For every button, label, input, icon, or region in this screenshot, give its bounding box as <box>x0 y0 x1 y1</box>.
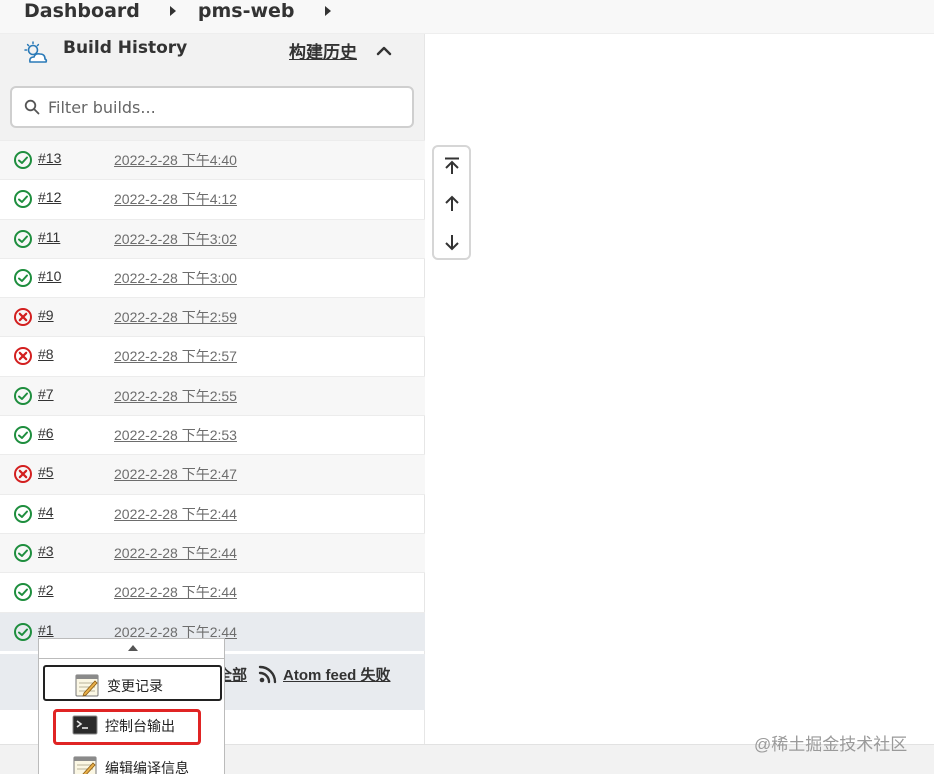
breadcrumb-separator[interactable] <box>169 6 176 16</box>
success-check-icon <box>14 504 32 523</box>
build-row: #12 2022-2-28 下午4:12 <box>0 179 425 218</box>
build-row: #4 2022-2-28 下午2:44 <box>0 493 425 533</box>
success-check-icon <box>14 386 32 405</box>
build-row: #9 2022-2-28 下午2:59 <box>0 297 425 337</box>
scroll-to-top-button[interactable] <box>434 147 469 184</box>
build-row: #11 2022-2-28 下午3:02 <box>0 218 425 258</box>
build-row: #5 2022-2-28 下午2:47 <box>0 454 425 494</box>
success-check-icon <box>14 426 32 445</box>
build-number-link[interactable]: #4 <box>38 504 54 520</box>
build-row: #13 2022-2-28 下午4:40 <box>0 140 425 180</box>
build-trend-link[interactable]: 构建历史 <box>289 38 357 63</box>
breadcrumb-dashboard[interactable]: Dashboard <box>24 0 140 22</box>
build-number-link[interactable]: #5 <box>38 464 54 480</box>
arrow-down-icon <box>444 234 459 250</box>
annotation-highlight-box <box>53 709 201 745</box>
success-check-icon <box>14 190 32 209</box>
filter-area <box>0 76 424 140</box>
chevron-up-icon[interactable] <box>375 42 393 60</box>
build-date-link[interactable]: 2022-2-28 下午3:02 <box>114 229 237 249</box>
build-date-link[interactable]: 2022-2-28 下午2:44 <box>114 582 237 602</box>
build-number-link[interactable]: #10 <box>38 268 61 284</box>
panel-header: Build History 构建历史 <box>0 34 424 76</box>
success-check-icon <box>14 151 32 169</box>
failed-x-icon <box>14 347 32 366</box>
build-row: #7 2022-2-28 下午2:55 <box>0 375 425 416</box>
search-icon <box>24 99 40 115</box>
build-number-link[interactable]: #8 <box>38 346 54 362</box>
build-number-link[interactable]: #13 <box>38 150 61 166</box>
build-row: #10 2022-2-28 下午3:00 <box>0 257 425 297</box>
scroll-down-button[interactable] <box>434 223 469 260</box>
build-number-link[interactable]: #9 <box>38 307 54 323</box>
build-row: #8 2022-2-28 下午2:57 <box>0 336 425 375</box>
success-check-icon <box>14 622 32 641</box>
menu-item-changes[interactable]: 变更记录 <box>43 665 222 701</box>
build-number-link[interactable]: #1 <box>38 622 54 638</box>
breadcrumb-separator[interactable] <box>324 6 331 16</box>
build-date-link[interactable]: 2022-2-28 下午2:44 <box>114 504 237 524</box>
success-check-icon <box>14 229 32 248</box>
filter-box <box>10 86 414 128</box>
success-check-icon <box>14 268 32 287</box>
watermark: @稀土掘金技术社区 <box>754 735 908 754</box>
build-row: #3 2022-2-28 下午2:44 <box>0 532 425 573</box>
build-date-link[interactable]: 2022-2-28 下午4:12 <box>114 189 237 209</box>
build-number-link[interactable]: #12 <box>38 189 61 205</box>
success-check-icon <box>14 583 32 602</box>
success-check-icon <box>14 543 32 562</box>
atom-feed-failed-link[interactable]: Atom feed 失败 <box>283 664 391 685</box>
build-date-link[interactable]: 2022-2-28 下午2:47 <box>114 464 237 484</box>
notepad-icon <box>73 756 97 774</box>
build-date-link[interactable]: 2022-2-28 下午4:40 <box>114 150 237 170</box>
page: Dashboard pms-web Build History 构建历史 Fil… <box>0 0 934 774</box>
build-date-link[interactable]: 2022-2-28 下午2:53 <box>114 425 237 445</box>
build-date-link[interactable]: 2022-2-28 下午2:55 <box>114 386 237 406</box>
notepad-icon <box>75 674 99 697</box>
build-date-link[interactable]: 2022-2-28 下午2:57 <box>114 346 237 366</box>
arrow-up-icon <box>444 195 459 211</box>
context-menu-caret <box>38 638 225 658</box>
build-number-link[interactable]: #3 <box>38 543 54 559</box>
build-number-link[interactable]: #11 <box>38 229 60 245</box>
menu-item-label: 编辑编译信息 <box>105 760 189 774</box>
build-date-link[interactable]: 2022-2-28 下午3:00 <box>114 268 237 288</box>
weather-sunny-icon <box>24 41 48 63</box>
panel-title: Build History <box>63 38 188 58</box>
breadcrumb: Dashboard pms-web <box>0 0 934 34</box>
failed-x-icon <box>14 465 32 484</box>
scroll-top-icon <box>444 157 459 174</box>
breadcrumb-pms-web[interactable]: pms-web <box>198 0 295 22</box>
build-number-link[interactable]: #6 <box>38 425 54 441</box>
rss-feed-icon[interactable] <box>258 664 278 684</box>
menu-item-label: 变更记录 <box>107 678 163 694</box>
failed-x-icon <box>14 308 32 327</box>
build-list: #13 2022-2-28 下午4:40 #12 2022-2-28 下午4:1… <box>0 140 425 651</box>
build-number-link[interactable]: #2 <box>38 582 54 598</box>
build-date-link[interactable]: 2022-2-28 下午2:59 <box>114 307 237 327</box>
filter-builds-input[interactable] <box>48 94 403 120</box>
build-row: #6 2022-2-28 下午2:53 <box>0 415 425 454</box>
scroll-up-button[interactable] <box>434 185 469 222</box>
build-number-link[interactable]: #7 <box>38 386 54 402</box>
build-row: #2 2022-2-28 下午2:44 <box>0 572 425 611</box>
scroll-controls <box>432 145 471 260</box>
menu-item-edit-build-info[interactable]: 编辑编译信息 <box>43 749 222 774</box>
build-date-link[interactable]: 2022-2-28 下午2:44 <box>114 543 237 563</box>
